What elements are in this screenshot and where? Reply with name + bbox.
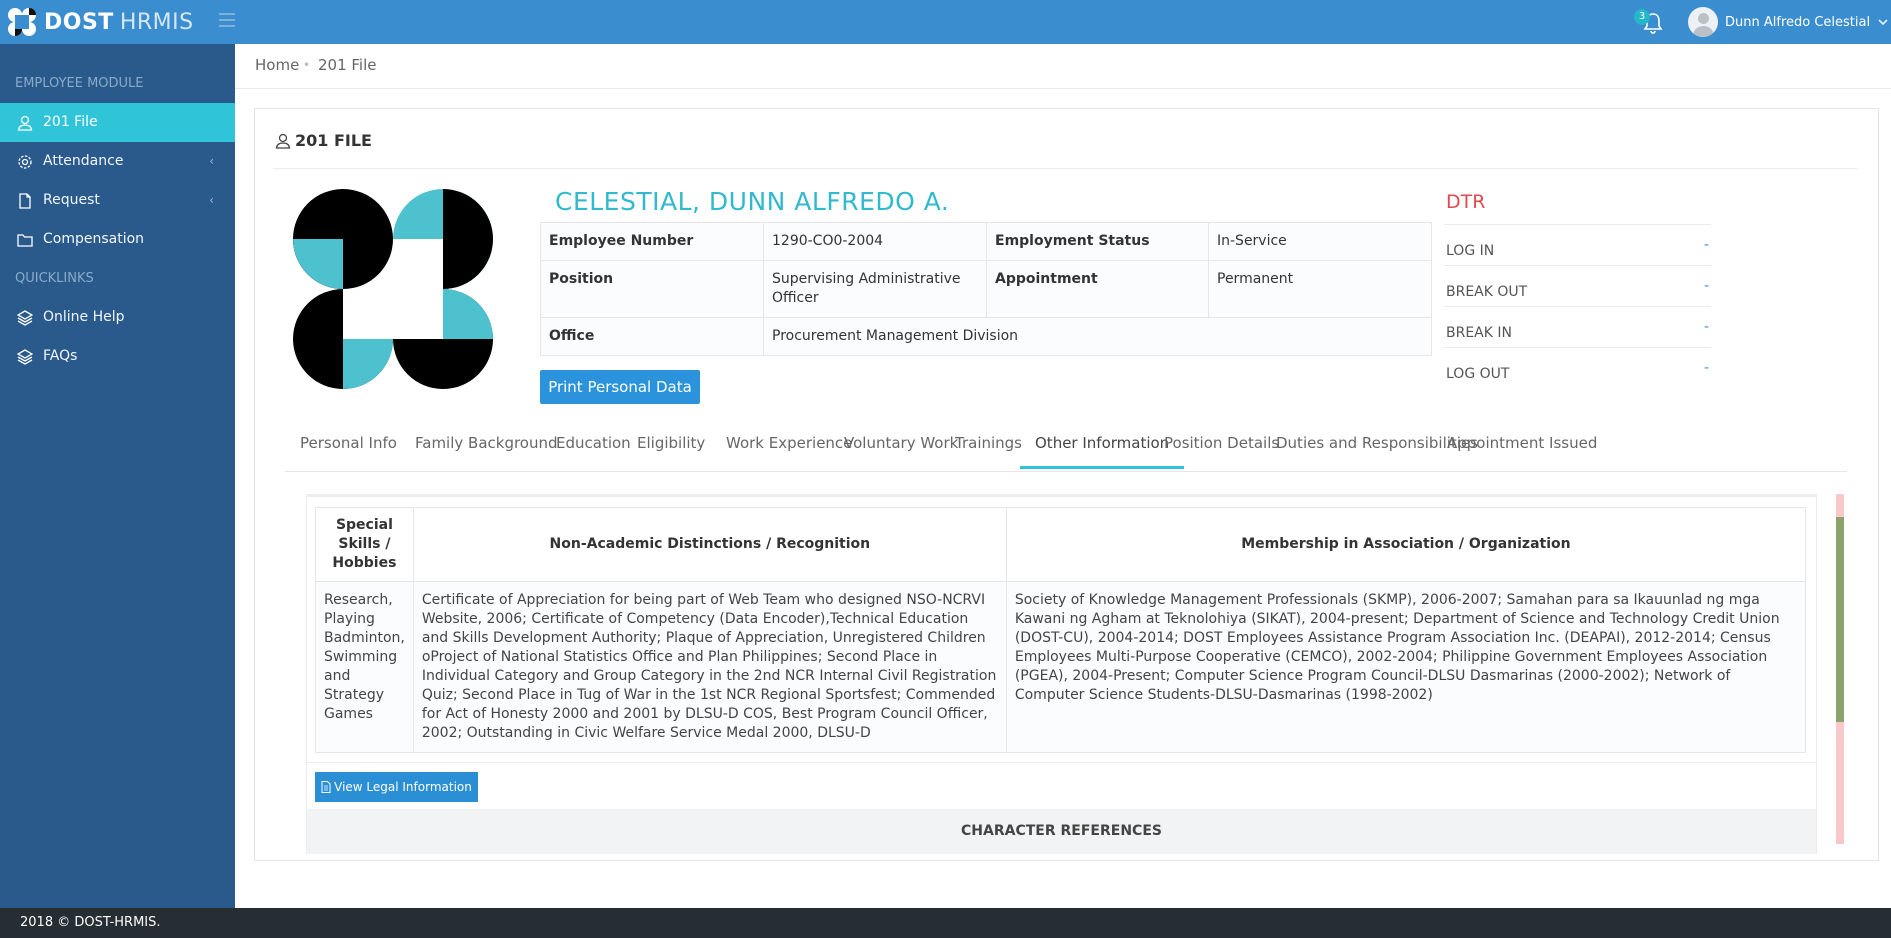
- profile-tabs: Personal Info Family Background Educatio…: [285, 419, 1847, 472]
- layers-icon: [17, 310, 33, 326]
- folder-icon: [17, 234, 33, 247]
- employee-number-value: 1290-CO0-2004: [763, 222, 987, 261]
- chevron-left-icon: ‹: [209, 154, 214, 168]
- skills-cell: Research, Playing Badminton, Swimming an…: [315, 581, 414, 753]
- dtr-row: BREAK OUT -: [1444, 265, 1711, 306]
- tab-eligibility[interactable]: Eligibility: [622, 419, 720, 469]
- footer-text: 2018 © DOST-HRMIS.: [20, 915, 161, 930]
- column-header: Special Skills / Hobbies: [315, 507, 414, 582]
- employee-name: CELESTIAL, DUNN ALFREDO A.: [555, 187, 950, 216]
- top-navbar: DOST HRMIS 3 Dunn Alfredo Celestial: [0, 0, 1891, 44]
- tab-personal-info[interactable]: Personal Info: [285, 419, 412, 469]
- user-icon: [275, 133, 291, 149]
- brand-primary: DOST: [44, 9, 114, 35]
- dtr-label: LOG IN: [1446, 243, 1495, 259]
- breadcrumb-separator: •: [303, 58, 311, 72]
- sidebar: EMPLOYEE MODULE 201 File Attendance ‹ Re…: [0, 44, 235, 908]
- brand-logo[interactable]: DOST HRMIS: [8, 6, 194, 38]
- chevron-left-icon: ‹: [209, 193, 214, 207]
- employment-status-label: Employment Status: [986, 222, 1209, 261]
- sidebar-section-employee-module: EMPLOYEE MODULE: [15, 76, 144, 91]
- page-title-text: 201 FILE: [295, 131, 372, 150]
- distinctions-cell: Certificate of Appreciation for being pa…: [412, 581, 1007, 753]
- dtr-label: BREAK OUT: [1446, 284, 1528, 300]
- layers-icon: [17, 349, 33, 365]
- sidebar-item-label: Attendance: [43, 153, 124, 169]
- dtr-value: -: [1703, 237, 1709, 253]
- divider: [273, 168, 1858, 169]
- employment-status-value: In-Service: [1208, 222, 1432, 261]
- sidebar-item-label: FAQs: [43, 348, 78, 364]
- dtr-panel: DTR LOG IN - BREAK OUT - BREAK IN - LOG …: [1444, 191, 1711, 388]
- dtr-value: -: [1703, 360, 1709, 376]
- sidebar-item-label: Compensation: [43, 231, 145, 247]
- office-value: Procurement Management Division: [763, 317, 1432, 356]
- table-row: Research, Playing Badminton, Swimming an…: [315, 581, 1807, 753]
- dtr-label: BREAK IN: [1446, 325, 1512, 341]
- appointment-value: Permanent: [1208, 260, 1432, 318]
- sidebar-section-quicklinks: QUICKLINKS: [15, 271, 94, 286]
- position-value: Supervising Administrative Officer: [763, 260, 987, 318]
- sidebar-item-attendance[interactable]: Attendance ‹: [0, 142, 235, 181]
- menu-toggle-icon[interactable]: [219, 13, 235, 27]
- tab-appointment-issued[interactable]: Appointment Issued: [1432, 419, 1612, 469]
- memberships-cell: Society of Knowledge Management Professi…: [1005, 581, 1807, 753]
- breadcrumb: Home • 201 File: [235, 44, 1891, 89]
- employee-photo: [293, 189, 493, 389]
- notification-badge: 3: [1634, 9, 1650, 25]
- scrollbar-thumb[interactable]: [1836, 517, 1844, 722]
- column-header: Membership in Association / Organization: [1005, 507, 1807, 582]
- brand-name: DOST HRMIS: [44, 10, 194, 35]
- divider: [307, 762, 1816, 763]
- appointment-label: Appointment: [986, 260, 1209, 318]
- file-201-panel: 201 FILE CELESTIAL, DUNN ALFREDO A. Empl…: [254, 108, 1879, 861]
- breadcrumb-home[interactable]: Home: [255, 44, 299, 86]
- sidebar-item-label: 201 File: [43, 114, 98, 130]
- dtr-row: LOG IN -: [1444, 224, 1711, 265]
- gear-icon: [18, 155, 32, 169]
- page-title: 201 FILE: [275, 131, 372, 150]
- print-personal-data-sheet-button[interactable]: Print Personal Data Sheet: [540, 370, 700, 430]
- view-legal-information-label: View Legal Information: [334, 780, 472, 794]
- dost-logo-icon: [8, 8, 36, 36]
- character-references-header: CHARACTER REFERENCES: [307, 809, 1816, 854]
- dtr-value: -: [1703, 278, 1709, 294]
- other-information-table: Special Skills / Hobbies Non-Academic Di…: [315, 507, 1807, 753]
- dtr-value: -: [1703, 319, 1709, 335]
- dtr-label: LOG OUT: [1446, 366, 1510, 382]
- office-label: Office: [540, 317, 764, 356]
- sidebar-item-compensation[interactable]: Compensation: [0, 220, 235, 259]
- avatar: [1688, 7, 1718, 37]
- chevron-down-icon: [1878, 19, 1888, 26]
- user-icon: [17, 115, 33, 131]
- brand-secondary: HRMIS: [119, 9, 194, 35]
- position-label: Position: [540, 260, 764, 318]
- file-icon: [321, 781, 331, 793]
- dtr-row: LOG OUT -: [1444, 347, 1711, 388]
- user-menu[interactable]: Dunn Alfredo Celestial: [1688, 7, 1888, 37]
- user-name: Dunn Alfredo Celestial: [1725, 14, 1871, 30]
- sidebar-item-label: Request: [43, 192, 100, 208]
- employee-info-table: Employee Number 1290-CO0-2004 Employment…: [540, 222, 1432, 356]
- sidebar-item-label: Online Help: [43, 309, 125, 325]
- footer: 2018 © DOST-HRMIS.: [0, 908, 1891, 938]
- column-header: Non-Academic Distinctions / Recognition: [412, 507, 1007, 582]
- employee-number-label: Employee Number: [540, 222, 764, 261]
- sidebar-item-faqs[interactable]: FAQs: [0, 337, 235, 376]
- dtr-title: DTR: [1446, 191, 1486, 213]
- view-legal-information-button[interactable]: View Legal Information: [315, 772, 478, 802]
- sidebar-item-online-help[interactable]: Online Help: [0, 298, 235, 337]
- breadcrumb-current: 201 File: [318, 56, 377, 74]
- other-information-content[interactable]: Special Skills / Hobbies Non-Academic Di…: [306, 494, 1817, 854]
- sidebar-item-201-file[interactable]: 201 File: [0, 103, 235, 142]
- dtr-row: BREAK IN -: [1444, 306, 1711, 347]
- sidebar-item-request[interactable]: Request ‹: [0, 181, 235, 220]
- file-icon: [19, 193, 31, 209]
